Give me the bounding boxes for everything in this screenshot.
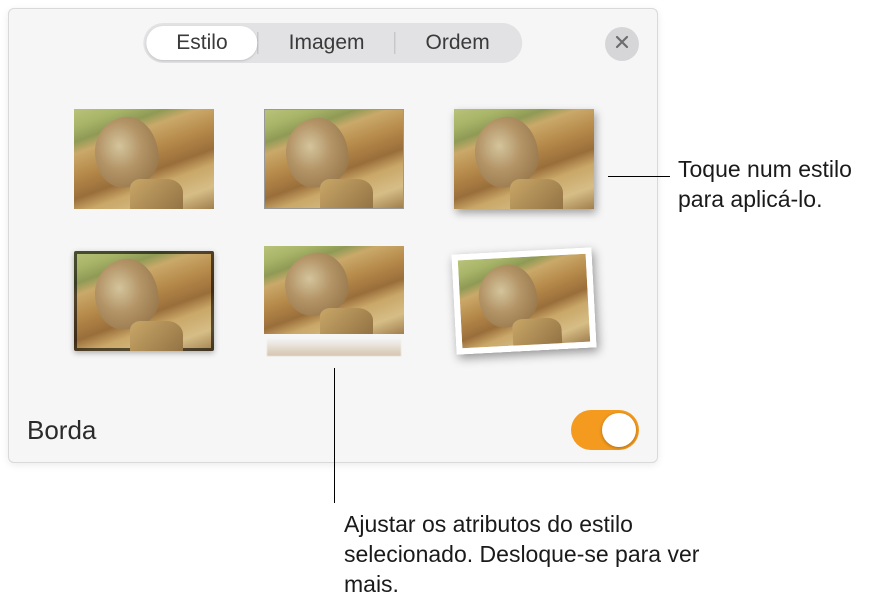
format-panel: Estilo Imagem Ordem Borda <box>8 8 658 463</box>
style-option-none[interactable] <box>69 104 219 214</box>
thumb-image <box>74 251 214 351</box>
tab-style[interactable]: Estilo <box>146 26 257 60</box>
borda-label: Borda <box>27 415 96 446</box>
thumb-image <box>264 109 404 209</box>
borda-row: Borda <box>27 410 639 450</box>
thumb-image <box>454 109 594 209</box>
thumb-image <box>264 246 404 334</box>
callout-adjust-attributes: Ajustar os atributos do estilo seleciona… <box>344 510 704 600</box>
tab-order[interactable]: Ordem <box>396 26 520 60</box>
callout-leader <box>334 368 335 503</box>
borda-toggle[interactable] <box>571 410 639 450</box>
thumb-image <box>74 109 214 209</box>
style-option-reflection[interactable] <box>259 246 409 356</box>
style-option-thin-border[interactable] <box>259 104 409 214</box>
tab-image[interactable]: Imagem <box>259 26 395 60</box>
segmented-control: Estilo Imagem Ordem <box>143 23 522 63</box>
style-option-dark-frame[interactable] <box>69 246 219 356</box>
callout-tap-style: Toque num estilo para aplicá-lo. <box>678 155 863 215</box>
callout-leader <box>608 176 670 177</box>
thumb-image <box>451 247 596 354</box>
style-option-shadow[interactable] <box>449 104 599 214</box>
style-grid <box>69 104 597 356</box>
close-button[interactable] <box>605 27 639 61</box>
close-icon <box>615 35 629 54</box>
toggle-knob <box>602 413 636 447</box>
style-option-polaroid[interactable] <box>449 246 599 356</box>
